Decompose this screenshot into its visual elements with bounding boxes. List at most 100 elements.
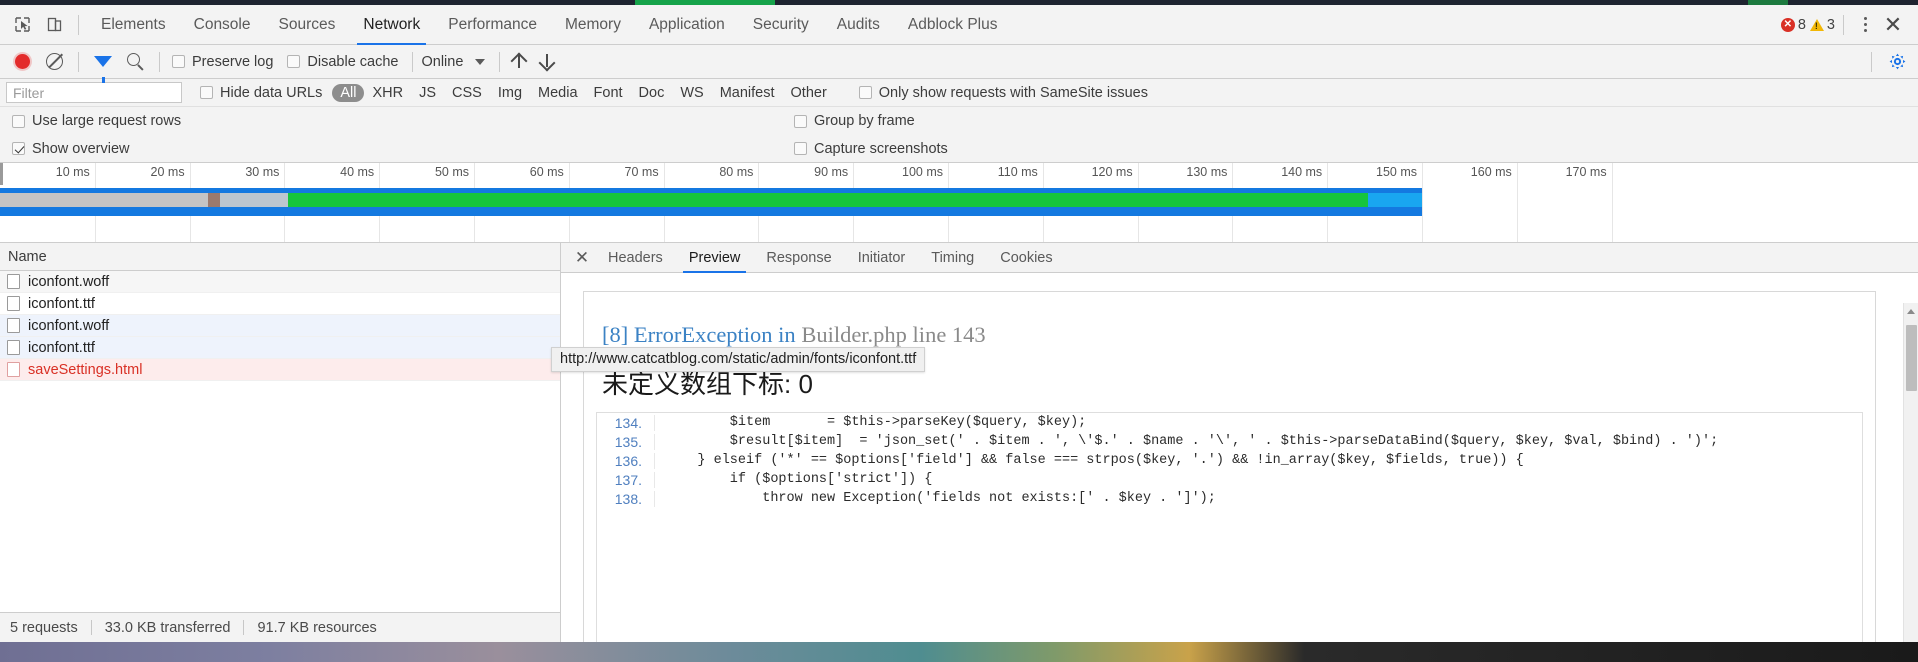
url-tooltip: http://www.catcatblog.com/static/admin/f… [551,347,926,372]
badges-divider [1843,14,1844,35]
chip-ws[interactable]: WS [672,84,711,102]
chip-all[interactable]: All [332,83,365,102]
tab-performance[interactable]: Performance [434,5,551,45]
url-tooltip-text: http://www.catcatblog.com/static/admin/f… [560,351,917,367]
tab-console[interactable]: Console [180,5,265,45]
detail-tab-response[interactable]: Response [753,243,844,273]
request-name: iconfont.ttf [28,339,95,356]
preserve-log-label: Preserve log [192,53,274,70]
overview-seg-grayblue [220,193,288,207]
detail-tab-timing[interactable]: Timing [918,243,987,273]
settings-row-2: Show overview Capture screenshots [0,135,1918,163]
document-icon [7,340,20,355]
main-tabs: Elements Console Sources Network Perform… [87,5,1011,45]
preview-body: [8] ErrorException in Builder.php line 1… [561,273,1918,642]
use-large-request-rows-label: Use large request rows [32,113,182,129]
chip-css[interactable]: CSS [444,84,490,102]
toggle-device-toolbar-icon[interactable] [38,10,70,40]
disable-cache-checkbox[interactable]: Disable cache [287,54,398,70]
chip-manifest[interactable]: Manifest [712,84,783,102]
overview-tick-label: 140 ms [1281,165,1323,179]
document-icon [7,296,20,311]
toolbar-divider-3 [412,51,414,72]
chip-doc[interactable]: Doc [631,84,673,102]
chip-font[interactable]: Font [586,84,631,102]
tab-elements[interactable]: Elements [87,5,180,45]
scroll-up-icon[interactable] [1907,309,1915,314]
request-row[interactable]: saveSettings.html [0,359,560,381]
error-exception-link[interactable]: [8] ErrorException in [602,322,796,347]
search-button[interactable] [119,47,151,77]
error-icon: ✕ [1780,17,1795,32]
clear-button[interactable] [38,47,70,77]
code-line: 137. if ($options['strict']) { [597,470,1862,489]
chip-img[interactable]: Img [490,84,530,102]
overview-tick-label: 120 ms [1091,165,1133,179]
issue-badges[interactable]: ✕ 8 3 [1780,17,1835,33]
samesite-issues-checkbox[interactable]: Only show requests with SameSite issues [858,85,1148,101]
record-button[interactable] [6,47,38,77]
overview-tick-label: 90 ms [814,165,849,179]
preview-scrollbar[interactable] [1903,303,1918,642]
code-line: 134. $item = $this->parseKey($query, $ke… [597,413,1862,432]
overview-tick-label: 150 ms [1376,165,1417,179]
overview-tick-label: 80 ms [719,165,754,179]
request-name: iconfont.woff [28,317,110,334]
group-by-frame-checkbox[interactable]: Group by frame [794,113,915,129]
close-devtools-icon[interactable]: ✕ [1878,10,1908,40]
error-badge[interactable]: ✕ 8 [1780,17,1806,33]
capture-screenshots-checkbox[interactable]: Capture screenshots [794,141,948,157]
overview-tick-label: 70 ms [624,165,659,179]
request-row[interactable]: iconfont.ttf [0,337,560,359]
filter-input[interactable] [6,82,182,103]
requests-column-header[interactable]: Name [0,243,560,271]
tab-memory[interactable]: Memory [551,5,635,45]
overview-seg-green [288,193,1368,207]
tab-security[interactable]: Security [739,5,823,45]
detail-tab-preview[interactable]: Preview [676,243,754,273]
code-line-text: $item = $this->parseKey($query, $key); [665,415,1087,430]
gear-icon[interactable] [1888,53,1906,71]
chip-js[interactable]: JS [411,84,444,102]
chip-other[interactable]: Other [783,84,835,102]
hide-data-urls-checkbox[interactable]: Hide data URLs [200,85,322,101]
code-line-text: throw new Exception('fields not exists:[… [665,491,1216,506]
show-overview-box [12,142,25,155]
inspect-element-icon[interactable] [6,10,38,40]
export-har-icon[interactable] [536,51,558,73]
overview-tick-label: 10 ms [55,165,90,179]
request-name: iconfont.ttf [28,295,95,312]
throttling-select[interactable]: Online [421,54,486,70]
tab-application[interactable]: Application [635,5,739,45]
warning-icon [1809,18,1824,31]
use-large-request-rows-checkbox[interactable]: Use large request rows [12,113,181,129]
chip-xhr[interactable]: XHR [364,84,411,102]
tab-audits[interactable]: Audits [823,5,894,45]
close-detail-icon[interactable]: ✕ [569,244,595,272]
overview-bands [0,188,1918,216]
overview-seg-lightblue [1368,193,1422,207]
tab-adblock-plus[interactable]: Adblock Plus [894,5,1012,45]
requests-list[interactable]: iconfont.woff iconfont.ttf iconfont.woff ic… [0,271,560,612]
show-overview-checkbox[interactable]: Show overview [12,141,130,157]
scrollbar-thumb[interactable] [1906,325,1917,391]
column-header-name: Name [8,248,47,265]
detail-tab-initiator[interactable]: Initiator [845,243,919,273]
network-overview[interactable]: 10 ms 20 ms 30 ms 40 ms 50 ms 60 ms 70 ms 80 ms… [0,163,1918,243]
tab-network[interactable]: Network [349,5,434,45]
request-row[interactable]: iconfont.woff [0,315,560,337]
request-row[interactable]: iconfont.ttf [0,293,560,315]
detail-tab-cookies[interactable]: Cookies [987,243,1065,273]
overview-tick-label: 110 ms [997,165,1038,179]
import-har-icon[interactable] [508,51,530,73]
tab-sources[interactable]: Sources [265,5,350,45]
funnel-icon [94,56,112,83]
request-row[interactable]: iconfont.woff [0,271,560,293]
warning-badge[interactable]: 3 [1809,17,1835,33]
more-options-icon[interactable] [1852,10,1878,40]
settings-row-1: Use large request rows Group by frame [0,107,1918,135]
filter-toggle-button[interactable] [87,47,119,83]
preserve-log-checkbox[interactable]: Preserve log [172,54,273,70]
detail-tab-headers[interactable]: Headers [595,243,676,273]
chip-media[interactable]: Media [530,84,586,102]
